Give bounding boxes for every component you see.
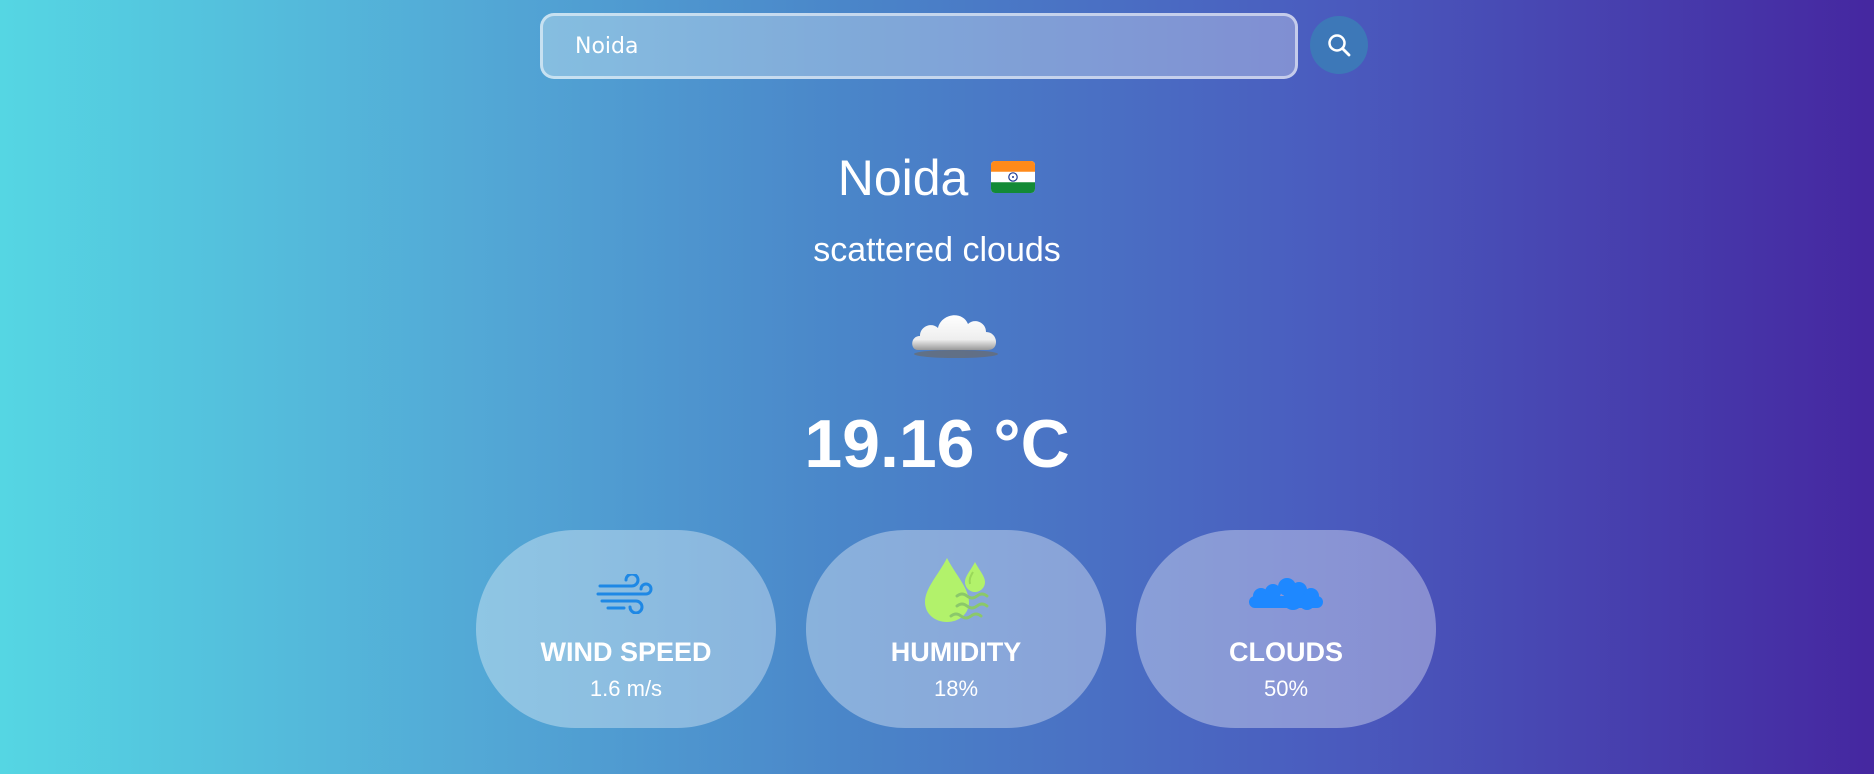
card-value: 50% [1263, 676, 1309, 701]
city-heading: Noida [0, 148, 1874, 208]
weather-description: scattered clouds [813, 231, 1061, 269]
search-bar [540, 13, 1298, 79]
card-title: CLOUDS [1229, 637, 1343, 667]
card-title: HUMIDITY [890, 637, 1022, 667]
clouds-card: CLOUDS 50% [1136, 530, 1436, 728]
city-name: Noida [837, 150, 969, 206]
humidity-drops-icon [921, 556, 991, 629]
search-button[interactable] [1310, 16, 1368, 74]
clouds-icon [1247, 574, 1325, 615]
wind-speed-card: WIND SPEED 1.6 m/s [476, 530, 776, 728]
wind-icon [596, 572, 656, 619]
india-flag-icon [990, 147, 1036, 207]
card-value: 1.6 m/s [589, 676, 663, 701]
card-title: WIND SPEED [540, 637, 712, 667]
cloud-icon [908, 298, 1004, 362]
search-input[interactable] [573, 32, 1277, 60]
temperature: 19.16 °C [804, 406, 1070, 482]
humidity-card: HUMIDITY 18% [806, 530, 1106, 728]
search-icon [1328, 34, 1351, 57]
card-value: 18% [933, 676, 979, 701]
